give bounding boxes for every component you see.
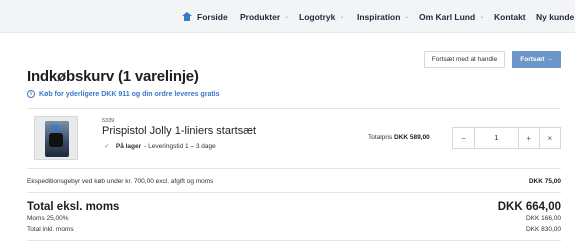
top-navigation: Forside Produkter ⌄ Logotryk ⌄ Inspirati… bbox=[0, 0, 575, 33]
divider bbox=[27, 192, 561, 193]
nav-item-label: Inspiration bbox=[357, 11, 401, 22]
nav-item-label: Ny kunde bbox=[536, 11, 575, 22]
nav-item-label: Kontakt bbox=[494, 11, 526, 22]
nav-item-logotryk[interactable]: Logotryk ⌄ bbox=[299, 0, 344, 33]
chevron-down-icon: ⌄ bbox=[479, 14, 485, 20]
delivery-time: - Leveringstid 1 – 3 dage bbox=[144, 142, 216, 150]
product-image[interactable] bbox=[34, 116, 78, 160]
quantity-stepper: − 1 + × bbox=[452, 127, 561, 149]
info-icon: i bbox=[27, 90, 35, 98]
chevron-down-icon: ⌄ bbox=[404, 14, 410, 20]
nav-item-inspiration[interactable]: Inspiration ⌄ bbox=[357, 0, 409, 33]
shipping-fee-label: Ekspeditionsgebyr ved køb under kr. 700,… bbox=[27, 178, 214, 185]
total-incl-vat-value: DKK 830,00 bbox=[525, 226, 561, 233]
total-excl-vat-value: DKK 664,00 bbox=[497, 201, 561, 213]
product-sku: 5339 bbox=[102, 118, 115, 124]
remove-item-button[interactable]: × bbox=[539, 127, 561, 149]
increase-quantity-button[interactable]: + bbox=[518, 127, 540, 149]
line-total-label: Totalpris bbox=[368, 134, 393, 141]
nav-item-label: Forside bbox=[197, 11, 228, 22]
continue-button[interactable]: Fortsæt → bbox=[512, 51, 561, 68]
quantity-input[interactable]: 1 bbox=[475, 127, 519, 149]
line-total: Totalpris DKK 589,00 bbox=[368, 134, 430, 141]
divider bbox=[27, 108, 561, 109]
nav-item-label: Produkter bbox=[240, 11, 281, 22]
free-shipping-notice-text: Køb for yderligere DKK 911 og din ordre … bbox=[39, 90, 220, 98]
chevron-down-icon: ⌄ bbox=[284, 14, 290, 20]
nav-item-ny-kunde[interactable]: Ny kunde bbox=[536, 0, 574, 33]
total-incl-vat-label: Total inkl. moms bbox=[27, 226, 74, 233]
nav-item-om-karl-lund[interactable]: Om Karl Lund ⌄ bbox=[419, 0, 484, 33]
nav-item-kontakt[interactable]: Kontakt bbox=[494, 0, 526, 33]
product-name[interactable]: Prispistol Jolly 1-liniers startsæt bbox=[102, 125, 256, 137]
page-title: Indkøbskurv (1 varelinje) bbox=[27, 68, 199, 85]
shipping-fee-value: DKK 75,00 bbox=[528, 178, 561, 185]
stock-status: ✓ På lager - Leveringstid 1 – 3 dage bbox=[104, 142, 216, 151]
nav-item-label: Logotryk bbox=[299, 11, 336, 22]
nav-item-forside[interactable]: Forside bbox=[182, 0, 228, 33]
vat-label: Moms 25,00% bbox=[27, 215, 69, 222]
nav-item-label: Om Karl Lund bbox=[419, 11, 476, 22]
nav-item-produkter[interactable]: Produkter ⌄ bbox=[240, 0, 289, 33]
total-excl-vat-label: Total eksl. moms bbox=[27, 201, 120, 213]
divider bbox=[27, 168, 561, 169]
decrease-quantity-button[interactable]: − bbox=[452, 127, 476, 149]
home-icon bbox=[182, 12, 192, 21]
free-shipping-notice: i Køb for yderligere DKK 911 og din ordr… bbox=[27, 90, 220, 98]
chevron-down-icon: ⌄ bbox=[339, 14, 345, 20]
vat-value: DKK 166,00 bbox=[525, 215, 561, 222]
check-icon: ✓ bbox=[104, 143, 110, 150]
continue-shopping-button[interactable]: Fortsæt med at handle bbox=[424, 51, 505, 68]
line-total-value: DKK 589,00 bbox=[394, 134, 430, 141]
stock-status-label: På lager bbox=[115, 142, 142, 150]
divider bbox=[27, 240, 561, 241]
